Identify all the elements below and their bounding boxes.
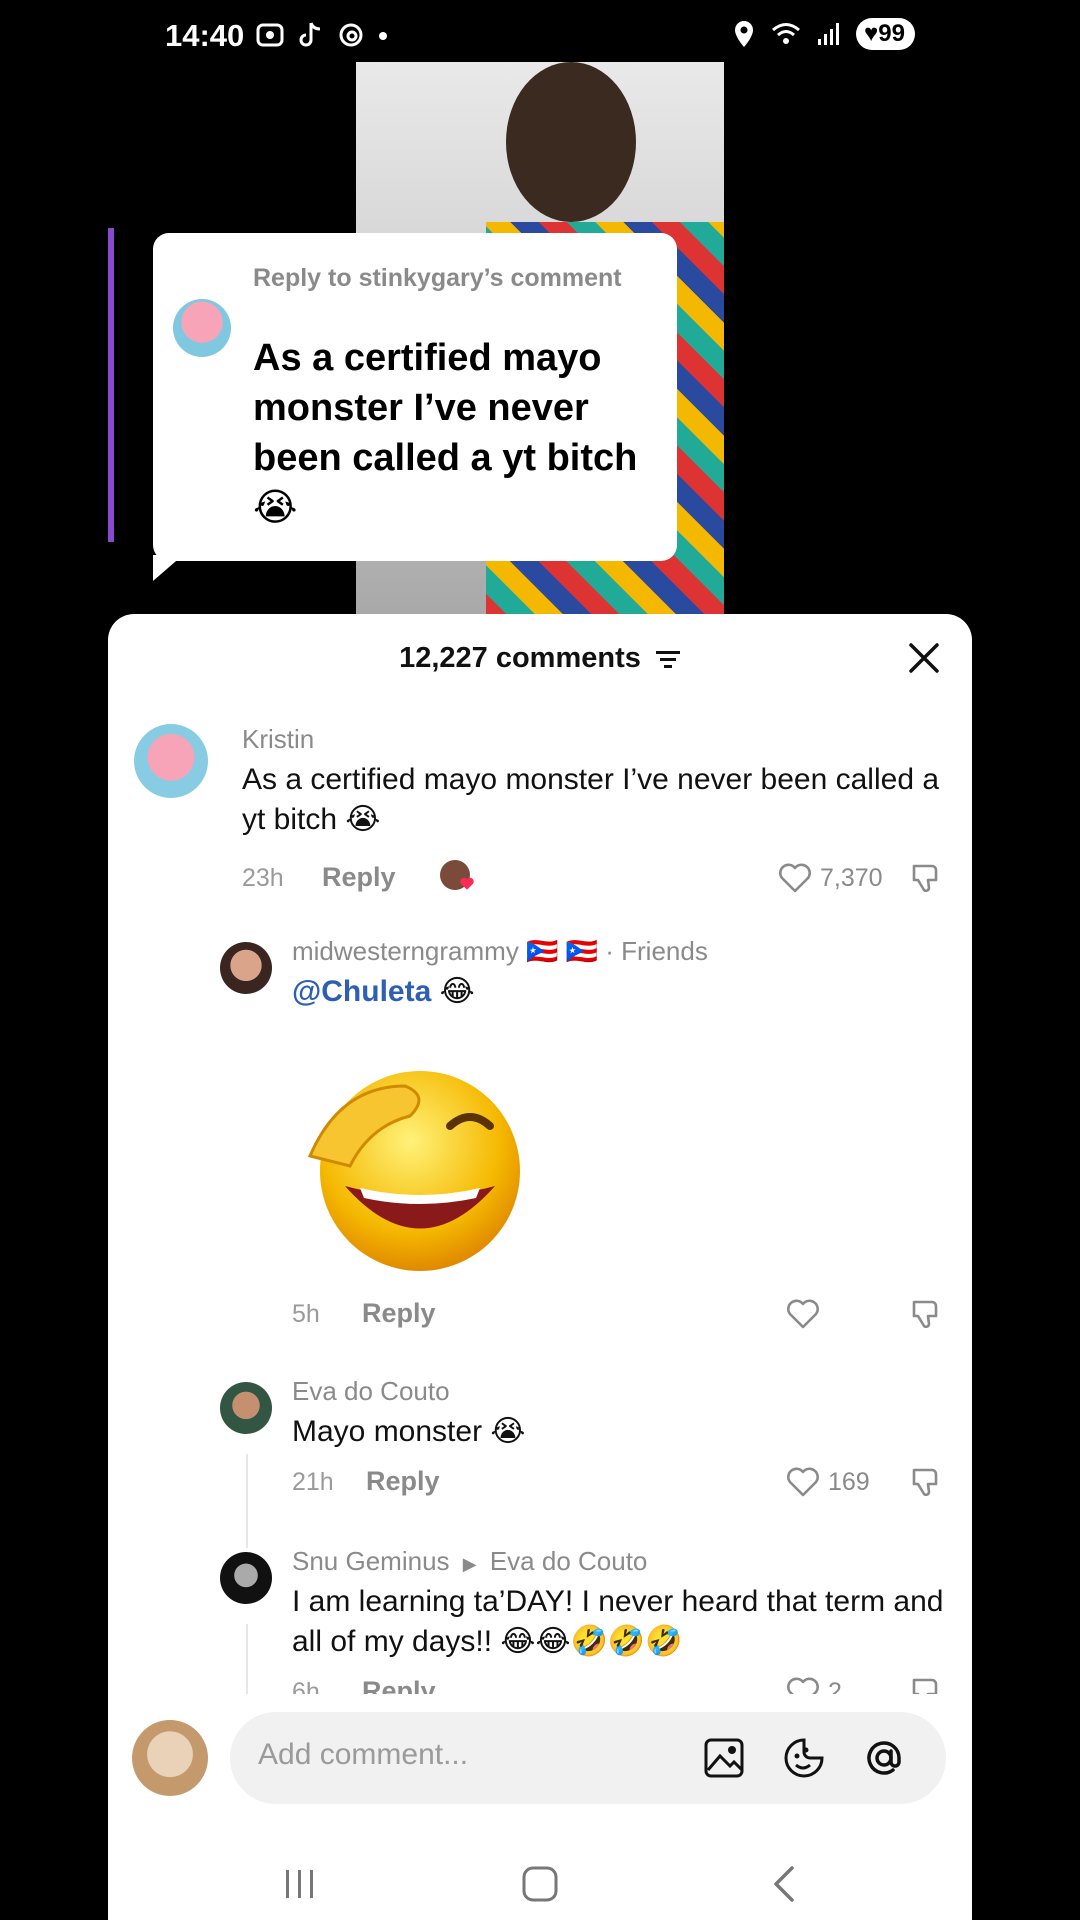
like-count: 169 [828, 1467, 870, 1496]
comment-username[interactable]: Eva do Couto [292, 1376, 450, 1407]
image-icon[interactable] [702, 1736, 746, 1780]
comment-time: 5h [292, 1300, 320, 1328]
avatar[interactable] [134, 724, 208, 798]
tiktok-icon [299, 22, 321, 47]
comment-item: Eva do Couto Mayo monster 😭 21h Reply 16… [108, 1376, 972, 1516]
comment-item: Kristin As a certified mayo monster I’ve… [108, 724, 972, 904]
at-icon[interactable] [862, 1736, 906, 1780]
comment-text: I am learning ta’DAY! I never heard that… [292, 1585, 944, 1658]
comments-sheet: 12,227 comments Kristin As a certified m… [108, 614, 972, 1920]
reply-author[interactable]: Snu Geminus [292, 1546, 450, 1576]
sort-icon[interactable] [655, 648, 681, 670]
avatar[interactable] [220, 1552, 272, 1604]
small-heart-icon [460, 877, 474, 890]
avatar[interactable] [220, 1382, 272, 1434]
threads-icon [339, 23, 363, 47]
heart-icon [787, 1467, 819, 1497]
wifi-icon [772, 23, 801, 44]
heart-icon [779, 863, 811, 893]
reply-target[interactable]: Eva do Couto [490, 1546, 648, 1576]
recent-apps-icon[interactable] [280, 1866, 320, 1902]
close-icon[interactable] [906, 640, 942, 676]
comment-item: midwesterngrammy 🇵🇷 🇵🇷 · Friends @Chulet… [108, 936, 972, 1336]
video-progress-line [108, 228, 114, 542]
system-nav-bar [108, 1848, 972, 1920]
comment-username[interactable]: Kristin [242, 724, 314, 755]
my-avatar[interactable] [132, 1720, 208, 1796]
home-icon[interactable] [520, 1864, 560, 1904]
comment-username[interactable]: midwesterngrammy 🇵🇷 🇵🇷 · Friends [292, 936, 708, 967]
sticker-tail [153, 555, 183, 581]
person-head [506, 62, 636, 222]
battery-indicator: ♥99 [856, 18, 915, 50]
comment-item: Snu Geminus ▶ Eva do Couto I am learning… [108, 1546, 972, 1707]
reply-button[interactable]: Reply [362, 1298, 436, 1329]
like-button[interactable]: 7,370 [778, 862, 883, 894]
comment-input-placeholder[interactable]: Add comment... [258, 1738, 468, 1772]
comments-header: 12,227 comments [108, 642, 972, 675]
comment-emoji: 😂 [439, 975, 475, 1008]
reply-arrow-icon: ▶ [462, 1554, 477, 1574]
dislike-icon[interactable] [908, 860, 944, 896]
sticker-icon[interactable] [782, 1736, 826, 1780]
comment-username[interactable]: Snu Geminus ▶ Eva do Couto [292, 1546, 647, 1577]
thread-line [246, 1624, 248, 1694]
location-icon [735, 21, 754, 47]
comment-text: As a certified mayo monster I’ve never b… [242, 763, 940, 836]
like-button[interactable]: 169 [786, 1466, 870, 1498]
comment-time: 23h [242, 864, 284, 892]
signal-icon [818, 23, 840, 45]
reply-button[interactable]: Reply [366, 1466, 440, 1497]
like-button[interactable] [786, 1298, 828, 1330]
dot-icon [379, 32, 387, 40]
screenshot-icon [256, 23, 284, 47]
battery-level: 99 [878, 20, 905, 47]
heart-icon [787, 1299, 819, 1329]
sticker-text: As a certified mayo monster I’ve never b… [253, 337, 638, 529]
creator-liked-avatar [440, 860, 474, 890]
comment-input[interactable]: Add comment... [230, 1712, 946, 1804]
laughing-emoji-sticker[interactable] [290, 1056, 540, 1276]
status-left-icons [255, 20, 389, 50]
reply-sticker[interactable]: Reply to stinkygary’s comment As a certi… [153, 233, 677, 561]
sticker-reply-to: Reply to stinkygary’s comment [253, 264, 622, 292]
dislike-icon[interactable] [908, 1464, 944, 1500]
reply-button[interactable]: Reply [322, 862, 396, 893]
comment-time: 21h [292, 1468, 334, 1496]
status-time: 14:40 [165, 18, 245, 53]
dislike-icon[interactable] [908, 1296, 944, 1332]
comments-count: 12,227 comments [399, 642, 641, 674]
thread-line [246, 1454, 248, 1548]
comment-text: Mayo monster 😭 [292, 1415, 526, 1448]
comment-input-bar: Add comment... [108, 1694, 972, 1844]
mention-link[interactable]: @Chuleta [292, 975, 431, 1008]
back-icon[interactable] [766, 1864, 802, 1904]
sticker-avatar [173, 299, 231, 357]
status-right-icons: ♥99 [732, 18, 915, 50]
comment-text: @Chuleta 😂 [292, 972, 892, 1012]
avatar[interactable] [220, 942, 272, 994]
like-count: 7,370 [820, 863, 883, 892]
